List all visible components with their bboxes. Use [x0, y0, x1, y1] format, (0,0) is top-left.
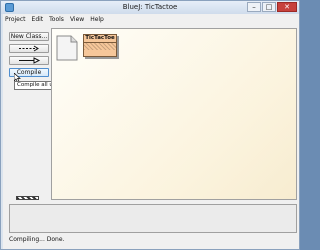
- uses-arrow-button[interactable]: [9, 44, 49, 53]
- window-controls: – □ ✕: [247, 2, 297, 13]
- class-diagram-canvas[interactable]: TicTacToe: [51, 28, 297, 200]
- class-tictactoe[interactable]: TicTacToe: [83, 34, 117, 57]
- activity-indicator: [16, 196, 39, 200]
- menu-edit[interactable]: Edit: [32, 16, 44, 23]
- status-bar-text: Compiling... Done.: [9, 236, 65, 243]
- menu-project[interactable]: Project: [5, 16, 26, 23]
- menu-help[interactable]: Help: [90, 16, 104, 23]
- readme-document-icon[interactable]: [56, 35, 78, 61]
- title-bar: BlueJ: TicTactoe – □ ✕: [1, 1, 299, 14]
- menu-view[interactable]: View: [70, 16, 84, 23]
- menu-tools[interactable]: Tools: [49, 16, 64, 23]
- minimize-button[interactable]: –: [247, 2, 261, 12]
- dashed-arrow-icon: [19, 45, 39, 52]
- maximize-button[interactable]: □: [262, 2, 276, 12]
- object-bench[interactable]: [9, 204, 297, 233]
- new-class-button[interactable]: New Class...: [9, 32, 49, 41]
- menu-bar: Project Edit Tools View Help: [3, 14, 299, 24]
- app-window: BlueJ: TicTactoe – □ ✕ Project Edit Tool…: [0, 0, 300, 250]
- class-name-label: TicTacToe: [84, 35, 116, 43]
- inheritance-arrow-icon: [19, 57, 41, 64]
- main-area: New Class... Compile Compile all uncompi…: [3, 24, 299, 249]
- uncompiled-hatch: [84, 43, 116, 50]
- close-button[interactable]: ✕: [277, 2, 297, 12]
- inherits-arrow-button[interactable]: [9, 56, 49, 65]
